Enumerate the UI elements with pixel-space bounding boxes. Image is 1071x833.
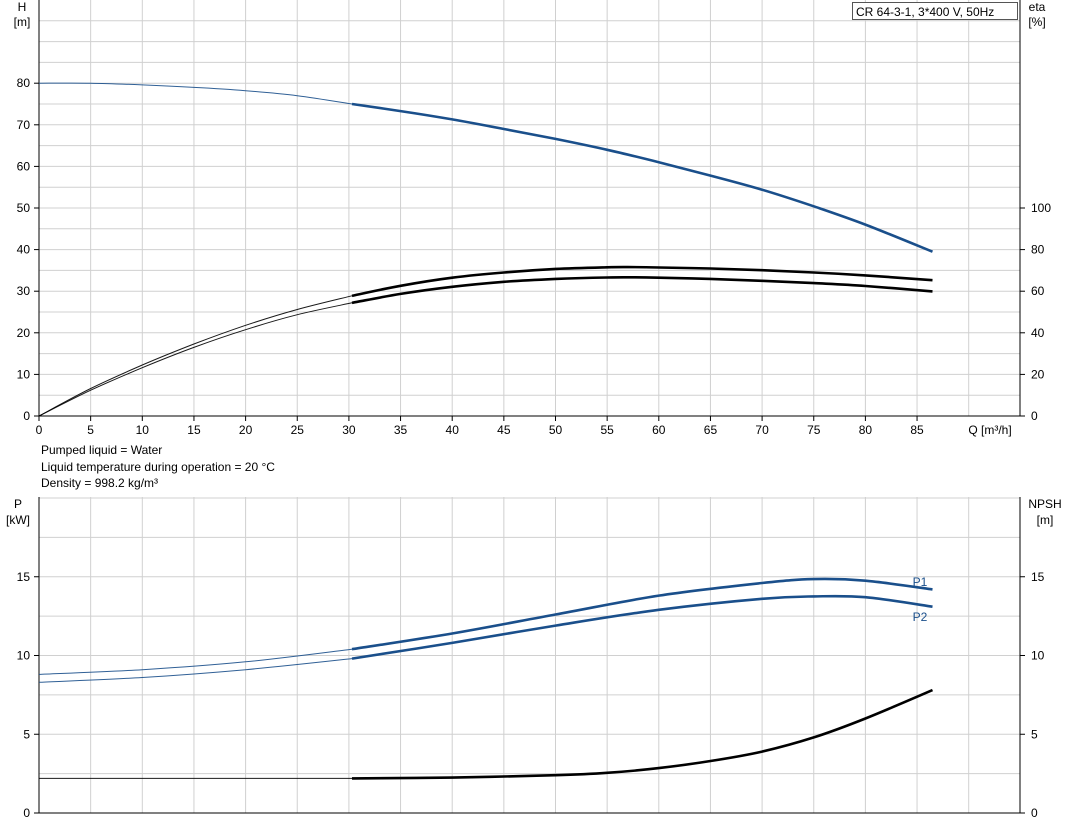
bottom-chart-series [38,577,934,780]
y-tick-label: 40 [17,243,31,257]
x-tick-label: 30 [342,423,356,437]
x-tick-label: 85 [910,423,924,437]
y2-tick-label: 80 [1031,243,1045,257]
y-axis-unit: [m] [14,15,31,29]
x-axis-label: Q [m³/h] [968,423,1011,437]
x-tick-label: 40 [446,423,460,437]
x-tick-label: 5 [87,423,94,437]
x-tick-label: 15 [187,423,201,437]
y2-tick-label: 20 [1031,367,1045,381]
x-tick-label: 0 [36,423,43,437]
bottom-y-tick-label: 10 [17,649,31,663]
liquid-info: Pumped liquid = Water Liquid temperature… [41,442,275,492]
power-p1-curve [351,577,933,651]
x-tick-label: 70 [755,423,769,437]
power-p2-curve [351,594,933,660]
pump-curves-chart: 0 5 10 15 20 25 30 35 40 45 50 55 60 65 70 75 80 85 Q [m³/… [6,0,1062,820]
x-tick-label: 65 [704,423,718,437]
series-label-p1: P1 [913,575,928,589]
bottom-y2-tick-label: 15 [1031,570,1045,584]
power-p1-curve-thin [38,648,353,675]
y2-tick-label: 100 [1031,201,1051,215]
info-line-liquid: Pumped liquid = Water [41,443,163,457]
legend-box: CR 64-3-1, 3*400 V, 50Hz [852,2,1018,20]
info-line-density: Density = 998.2 kg/m³ [41,476,159,490]
x-tick-label: 80 [859,423,873,437]
y2-tick-label: 0 [1031,409,1038,423]
y-tick-label: 70 [17,118,31,132]
bottom-y2-axis-label: NPSH [1028,497,1061,511]
info-line-temperature: Liquid temperature during operation = 20… [41,459,275,474]
bottom-y-axis-label: P [14,497,22,511]
x-tick-label: 45 [497,423,511,437]
y-axis-label: H [18,0,27,14]
y-tick-label: 60 [17,159,31,173]
x-tick-label: 50 [549,423,563,437]
efficiency-curve-1-thin [38,295,353,417]
x-tick-label: 55 [600,423,614,437]
x-tick-label: 10 [136,423,150,437]
y-tick-label: 80 [17,76,31,90]
y2-tick-label: 40 [1031,326,1045,340]
top-chart-grid [38,0,1021,417]
bottom-y2-tick-label: 5 [1031,727,1038,741]
efficiency-curve-2 [351,275,933,305]
bottom-y-tick-label: 0 [23,806,30,820]
efficiency-curve-2-thin [38,302,353,417]
y-tick-label: 0 [23,409,30,423]
y-tick-label: 10 [17,367,31,381]
axis-labels: 0 5 10 15 20 25 30 35 40 45 50 55 60 65 70 75 80 85 Q [m³/… [6,0,1062,820]
y2-axis-label: eta [1029,0,1046,14]
y-tick-label: 20 [17,326,31,340]
x-tick-label: 75 [807,423,821,437]
x-tick-label: 60 [652,423,666,437]
y2-tick-label: 60 [1031,284,1045,298]
bottom-y2-tick-label: 10 [1031,649,1045,663]
head-curve [351,102,933,253]
y-tick-label: 50 [17,201,31,215]
x-tick-label: 35 [394,423,408,437]
series-label-p2: P2 [913,610,928,624]
y-tick-label: 30 [17,284,31,298]
top-chart-axes [34,0,1025,421]
bottom-y-tick-label: 5 [23,727,30,741]
bottom-y2-tick-label: 0 [1031,806,1038,820]
bottom-y-tick-label: 15 [17,570,31,584]
bottom-chart-grid [38,497,1021,814]
power-p2-curve-thin [38,658,353,683]
x-tick-label: 25 [291,423,305,437]
y2-axis-unit: [%] [1028,15,1045,29]
x-tick-label: 20 [239,423,253,437]
bottom-y-axis-unit: [kW] [6,513,30,527]
head-curve-thin [38,82,353,105]
bottom-y2-axis-unit: [m] [1037,513,1054,527]
